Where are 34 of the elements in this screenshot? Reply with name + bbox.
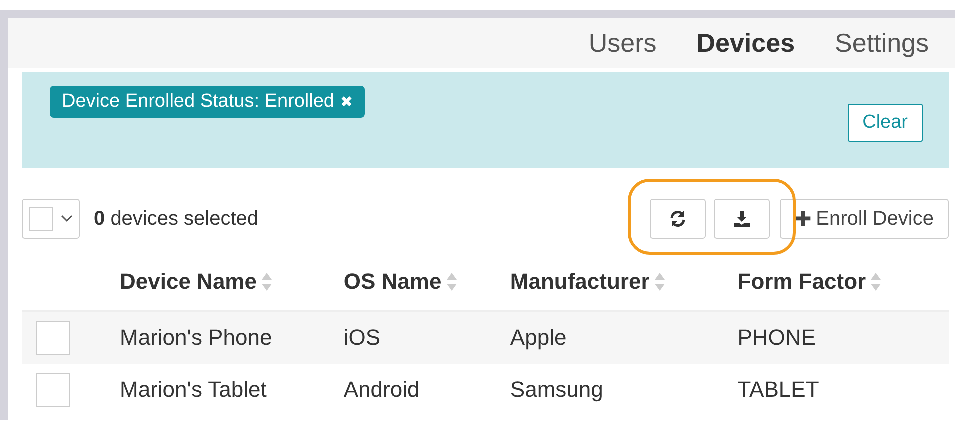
table-cell: Marion's Phone [120, 325, 272, 350]
chip-label: Device Enrolled Status: Enrolled [62, 91, 334, 113]
select-all-dropdown[interactable] [22, 199, 80, 239]
row-checkbox[interactable] [36, 373, 70, 407]
remove-filter-button[interactable]: ✖ [340, 93, 354, 111]
column-header[interactable]: Device Name [120, 269, 257, 295]
nav-tab[interactable]: Settings [835, 28, 929, 58]
sort-icon[interactable] [870, 272, 882, 292]
filter-chip[interactable]: Device Enrolled Status: Enrolled ✖ [50, 86, 366, 118]
sort-icon[interactable] [260, 272, 273, 292]
table-cell: TABLET [738, 377, 820, 402]
selection-count: 0 devices selected [94, 208, 259, 230]
sort-icon[interactable] [446, 272, 458, 292]
row-checkbox[interactable] [36, 321, 70, 355]
nav-tab[interactable]: Devices [696, 28, 796, 58]
table-cell: Android [344, 377, 420, 402]
table-cell: PHONE [738, 325, 816, 350]
table-cell: Marion's Tablet [120, 377, 267, 402]
column-header[interactable]: Manufacturer [510, 269, 650, 295]
enroll-device-button[interactable]: ✚ Enroll Device [780, 199, 949, 239]
download-button[interactable] [714, 199, 770, 239]
column-header[interactable]: Form Factor [738, 269, 866, 295]
refresh-icon [669, 210, 688, 228]
refresh-button[interactable] [650, 199, 706, 239]
caret-icon [61, 215, 73, 223]
column-header[interactable]: OS Name [344, 269, 442, 295]
select-all-checkbox[interactable] [29, 207, 53, 231]
table-cell: iOS [344, 325, 381, 350]
nav-tab[interactable]: Users [588, 28, 657, 58]
table-cell: Apple [510, 325, 567, 350]
sort-icon[interactable] [654, 272, 666, 292]
clear-button[interactable]: Clear [848, 104, 923, 142]
table-cell: Samsung [510, 377, 604, 402]
download-icon [733, 210, 752, 228]
